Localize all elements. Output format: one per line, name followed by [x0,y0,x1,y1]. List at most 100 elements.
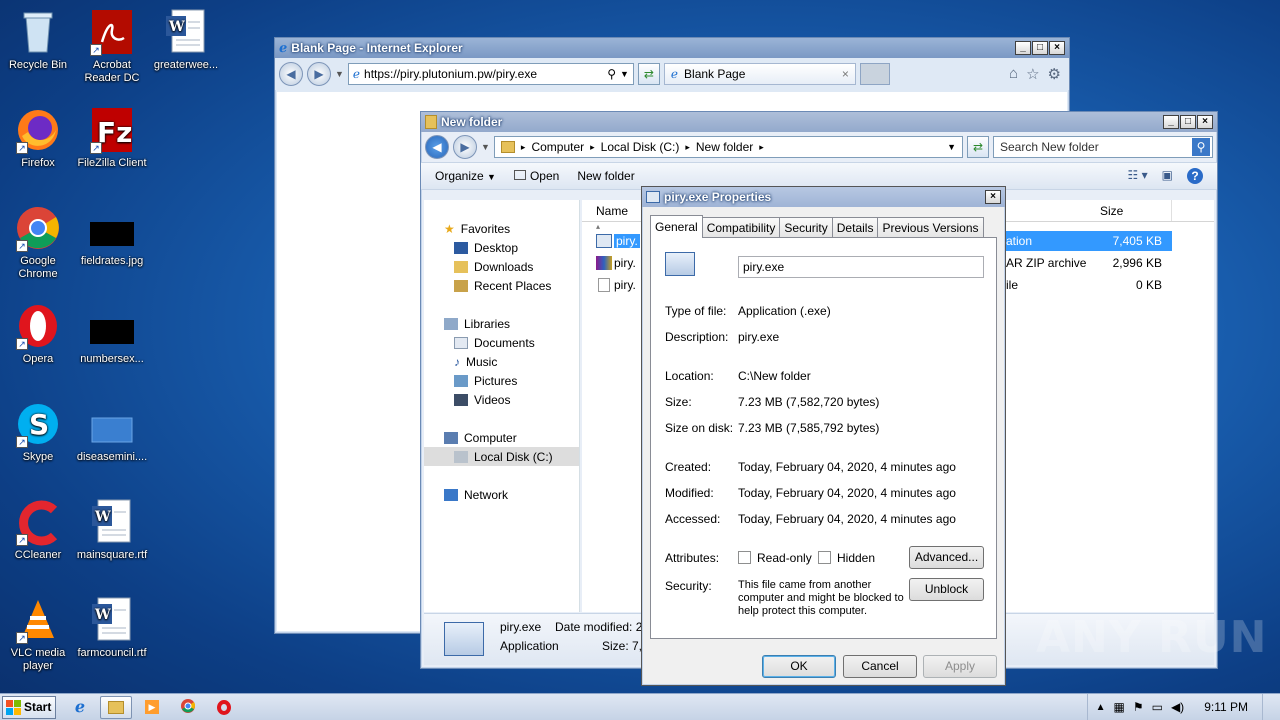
network-tray-icon[interactable]: ▦ [1114,700,1125,714]
help-icon[interactable]: ? [1187,168,1203,184]
chevron-right-icon[interactable]: ▸ [759,142,764,153]
history-dropdown-icon[interactable]: ▼ [335,69,344,79]
nav-desktop[interactable]: Desktop [424,238,579,257]
hidden-checkbox[interactable]: Hidden [818,551,875,565]
search-icon[interactable]: ⚲ [607,67,616,81]
taskbar-opera[interactable] [208,696,240,719]
taskbar-explorer[interactable] [100,695,132,719]
address-bar[interactable]: ℯ https://piry.plutonium.pw/piry.exe ⚲ ▼ [347,63,634,85]
table-row[interactable]: AR ZIP archive 2,996 KB [1002,253,1172,273]
taskbar-media-player[interactable]: ▶ [136,696,168,719]
desktop-icon-vlc[interactable]: ↗ VLC media player [0,596,76,673]
gear-icon[interactable]: ⚙ [1048,65,1061,83]
unblock-button[interactable]: Unblock [909,578,984,601]
table-row[interactable]: piry. [596,253,636,273]
favorites-star-icon[interactable]: ☆ [1026,65,1039,83]
refresh-button[interactable]: ⇄ [637,63,660,85]
apply-button[interactable]: Apply [923,655,997,678]
tab-blank-page[interactable]: ℯ Blank Page × [663,63,856,85]
forward-button[interactable]: ▶ [307,62,331,86]
desktop-icon-skype[interactable]: S ↗ Skype [0,400,76,464]
chevron-right-icon[interactable]: ▸ [521,142,526,153]
nav-favorites[interactable]: ★ Favorites [424,219,579,238]
desktop-icon-diseasemini[interactable]: diseasemini.... [74,400,150,464]
desktop-icon-numbersex[interactable]: numbersex... [74,302,150,366]
breadcrumb-local-disk[interactable]: Local Disk (C:) [601,140,680,154]
desktop-icon-firefox[interactable]: ↗ Firefox [0,106,76,170]
column-name[interactable]: Name ▴ [582,200,642,231]
table-row[interactable]: ile 0 KB [1002,275,1172,295]
ok-button[interactable]: OK [762,655,836,678]
desktop-icon-ccleaner[interactable]: ↗ CCleaner [0,498,76,562]
close-tab-icon[interactable]: × [842,67,849,81]
show-hidden-icons[interactable]: ▲ [1096,702,1106,713]
organize-button[interactable]: Organize ▼ [435,169,496,183]
taskbar-chrome[interactable] [172,696,204,719]
desktop-icon-filezilla[interactable]: Fz ↗ FileZilla Client [74,106,150,170]
desktop-icon-recycle-bin[interactable]: Recycle Bin [0,8,76,72]
refresh-button[interactable]: ⇄ [967,136,989,158]
nav-pictures[interactable]: Pictures [424,371,579,390]
tab-previous-versions[interactable]: Previous Versions [877,217,984,237]
nav-local-disk[interactable]: Local Disk (C:) [424,447,579,466]
table-row-selected[interactable]: ation 7,405 KB [1002,231,1172,251]
chevron-right-icon[interactable]: ▸ [590,142,595,153]
taskbar-ie[interactable]: ℯ [64,696,96,719]
open-button[interactable]: Open [513,169,559,183]
chevron-down-icon[interactable]: ▼ [947,142,956,152]
nav-network[interactable]: Network [424,485,579,504]
desktop-icon-fieldrates[interactable]: fieldrates.jpg [74,204,150,268]
desktop-icon-farmcouncil[interactable]: W farmcouncil.rtf [74,596,150,660]
view-options-icon[interactable]: ☷ ▾ [1128,168,1148,184]
new-tab-button[interactable] [859,63,890,85]
preview-pane-icon[interactable]: ▣ [1162,168,1173,184]
search-icon[interactable]: ⚲ [1192,138,1210,156]
readonly-checkbox[interactable]: Read-only [738,551,812,565]
cancel-button[interactable]: Cancel [843,655,917,678]
minimize-button[interactable]: _ [1163,115,1179,129]
history-dropdown-icon[interactable]: ▼ [481,142,490,152]
volume-icon[interactable]: ◀) [1171,700,1184,714]
breadcrumb[interactable]: ▸ Computer ▸ Local Disk (C:) ▸ New folde… [493,136,963,158]
nav-downloads[interactable]: Downloads [424,257,579,276]
close-button[interactable]: × [1049,41,1065,55]
desktop-icon-greaterwee[interactable]: W greaterwee... [148,8,224,72]
nav-libraries[interactable]: Libraries [424,314,579,333]
explorer-titlebar[interactable]: New folder _ □ × [421,112,1217,132]
desktop-icon-opera[interactable]: ↗ Opera [0,302,76,366]
table-row[interactable]: piry. [596,275,636,295]
maximize-button[interactable]: □ [1180,115,1196,129]
chevron-down-icon[interactable]: ▼ [620,69,629,79]
chevron-right-icon[interactable]: ▸ [685,142,690,153]
close-button[interactable]: × [985,190,1001,204]
tab-compatibility[interactable]: Compatibility [701,217,781,237]
desktop-icon-chrome[interactable]: ↗ Google Chrome [0,204,76,281]
clock[interactable]: 9:11 PM [1204,700,1248,714]
desktop-icon-acrobat[interactable]: ↗ Acrobat Reader DC [74,8,150,85]
minimize-button[interactable]: _ [1015,41,1031,55]
table-row[interactable]: piry. [596,231,640,251]
ie-titlebar[interactable]: ℯ Blank Page - Internet Explorer _ □ × [275,38,1069,58]
filename-field[interactable]: piry.exe [738,256,984,278]
nav-music[interactable]: ♪ Music [424,352,579,371]
search-input[interactable]: Search New folder ⚲ [993,136,1213,158]
desktop-icon-mainsquare[interactable]: W mainsquare.rtf [74,498,150,562]
nav-computer[interactable]: Computer [424,428,579,447]
properties-titlebar[interactable]: piry.exe Properties × [642,187,1005,207]
home-icon[interactable]: ⌂ [1009,65,1018,83]
nav-recent-places[interactable]: Recent Places [424,276,579,295]
new-folder-button[interactable]: New folder [577,169,634,183]
nav-documents[interactable]: Documents [424,333,579,352]
advanced-button[interactable]: Advanced... [909,546,984,569]
forward-button[interactable]: ▶ [453,135,477,159]
back-button[interactable]: ◀ [279,62,303,86]
breadcrumb-new-folder[interactable]: New folder [696,140,753,154]
breadcrumb-computer[interactable]: Computer [531,140,584,154]
tab-details[interactable]: Details [831,217,879,237]
maximize-button[interactable]: □ [1032,41,1048,55]
flag-icon[interactable]: ⚑ [1133,700,1144,714]
start-button[interactable]: Start [2,695,56,719]
tab-general[interactable]: General [650,215,703,238]
monitor-icon[interactable]: ▭ [1152,700,1163,714]
nav-videos[interactable]: Videos [424,390,579,409]
